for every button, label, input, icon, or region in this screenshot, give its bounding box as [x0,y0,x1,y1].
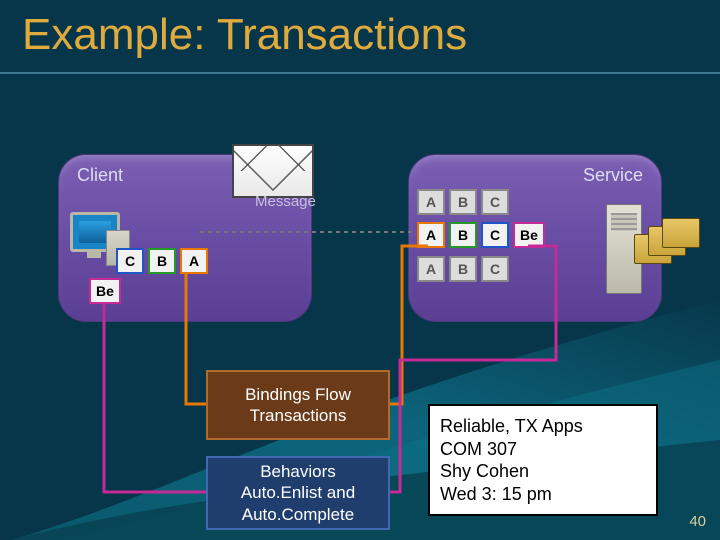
cell-C-gray: C [481,256,509,282]
client-label: Client [77,165,123,186]
cell-B-gray: B [449,189,477,215]
cell-A-gray: A [417,256,445,282]
bindings-text: Bindings Flow Transactions [245,384,351,427]
reliable-text: Reliable, TX Apps COM 307 Shy Cohen Wed … [440,415,583,505]
cell-B: B [148,248,176,274]
cell-A: A [180,248,208,274]
cell-C-gray: C [481,189,509,215]
slide: Example: Transactions Client Service Mes… [0,0,720,540]
service-label: Service [583,165,643,186]
behaviors-text: Behaviors Auto.Enlist and Auto.Complete [241,461,355,525]
cell-B-gray: B [449,256,477,282]
cell-C: C [116,248,144,274]
client-cba-row: C B A [116,248,208,274]
page-number: 40 [689,513,706,530]
cell-C: C [481,222,509,248]
service-row-1: A B C [417,189,509,215]
cell-A-gray: A [417,189,445,215]
title-rule [0,72,720,74]
service-row-3: A B C [417,256,509,282]
client-be-row: Be [89,278,121,304]
reliable-box: Reliable, TX Apps COM 307 Shy Cohen Wed … [428,404,658,516]
slide-title: Example: Transactions [22,10,467,60]
cell-Be: Be [89,278,121,304]
folders-icon [634,218,698,276]
cell-Be: Be [513,222,545,248]
service-row-2: A B C [417,222,509,248]
cell-B: B [449,222,477,248]
bindings-box: Bindings Flow Transactions [206,370,390,440]
message-label: Message [255,193,316,210]
cell-A: A [417,222,445,248]
service-be: Be [513,222,545,248]
behaviors-box: Behaviors Auto.Enlist and Auto.Complete [206,456,390,530]
envelope-icon [232,144,314,198]
client-computer-icon [70,212,118,258]
